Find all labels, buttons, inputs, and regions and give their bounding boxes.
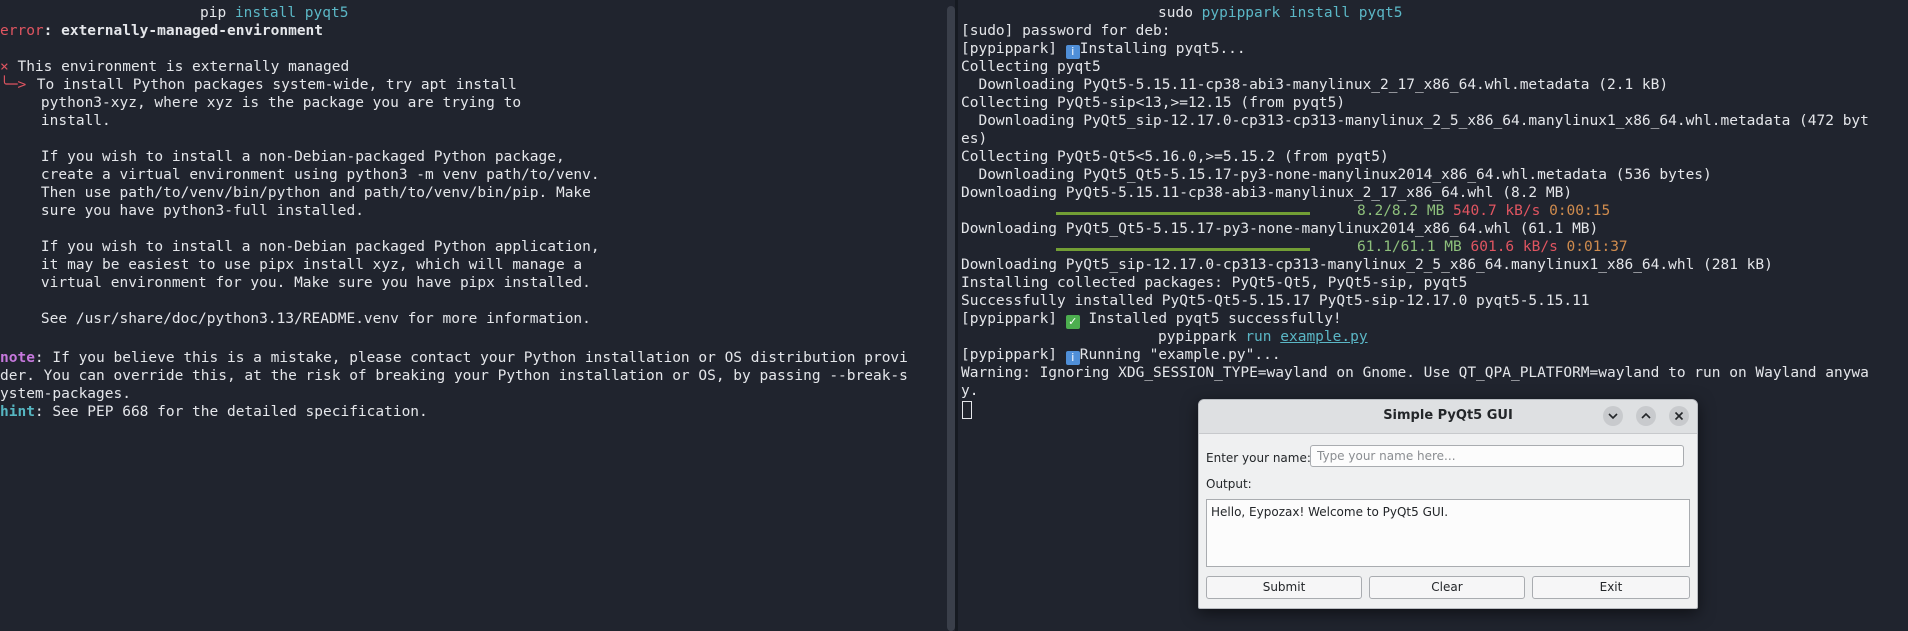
run-subcommand: run: [1245, 329, 1272, 345]
chevron-down-icon: [1608, 413, 1618, 420]
hint-text: : See PEP 668 for the detailed specifica…: [34, 404, 428, 420]
clear-button[interactable]: Clear: [1369, 576, 1525, 599]
command-args: install pyqt5: [234, 5, 349, 21]
log-line: Downloading PyQt5_sip-12.17.0-cp313-cp31…: [961, 113, 1869, 129]
log-line: Successfully installed PyQt5-Qt5-5.15.17…: [961, 293, 1590, 309]
log-line: Downloading PyQt5-5.15.11-cp38-abi3-many…: [961, 185, 1573, 201]
running-text: Running "example.py"...: [1079, 347, 1281, 363]
close-button[interactable]: [1669, 406, 1689, 426]
error-line: error: externally-managed-environment: [0, 22, 323, 40]
command-line: pip install pyqt5: [200, 4, 348, 22]
name-input[interactable]: [1310, 445, 1684, 467]
output-textarea[interactable]: Hello, Eypozax! Welcome to PyQt5 GUI.: [1206, 499, 1690, 567]
note-label: note: [0, 350, 35, 366]
note-text: : If you believe this is a mistake, plea…: [34, 350, 908, 366]
info-icon: i: [1065, 351, 1080, 365]
explanation-line: sure you have python3-full installed.: [6, 203, 364, 219]
progress-size-1: 8.2/8.2 MB: [1357, 203, 1445, 219]
sudo-command-line: sudo pypippark install pyqt5: [1158, 4, 1402, 22]
run-command-line: pypippark run example.py: [1158, 328, 1368, 346]
explanation-line: If you wish to install a non-Debian pack…: [6, 239, 600, 255]
installed-prefix: [pypippark]: [961, 311, 1066, 327]
error-prefix: error: [0, 23, 44, 39]
cross-icon: ×: [0, 59, 9, 75]
log-line: Collecting pyqt5: [961, 59, 1101, 75]
explanation-line: Then use path/to/venv/bin/python and pat…: [6, 185, 591, 201]
progress-bar-2: [1056, 248, 1310, 251]
installed-line: [pypippark] ✓ Installed pyqt5 successful…: [961, 310, 1342, 329]
log-line: Collecting PyQt5-sip<13,>=12.15 (from py…: [961, 95, 1346, 111]
warning-line-2: y.: [961, 383, 979, 399]
note-line: ystem-packages.: [0, 386, 131, 402]
error-message: : externally-managed-environment: [43, 23, 324, 39]
progress-eta-2: 0:01:37: [1566, 239, 1628, 255]
close-icon: [1674, 411, 1684, 421]
progress-size-2: 61.1/61.1 MB: [1357, 239, 1462, 255]
arrow-icon: ╰─>: [0, 77, 27, 93]
maximize-button[interactable]: [1636, 406, 1656, 426]
progress-info-2: 61.1/61.1 MB 601.6 kB/s 0:01:37: [1357, 238, 1628, 256]
explanation-line: See /usr/share/doc/python3.13/README.ven…: [6, 311, 591, 327]
progress-bar-1: [1056, 212, 1310, 215]
name-label: Enter your name:: [1206, 451, 1311, 465]
explanation-line: it may be easiest to use pipx install xy…: [6, 257, 583, 273]
running-line: [pypippark] i Running "example.py"...: [961, 346, 1281, 365]
note-line: note: If you believe this is a mistake, …: [0, 349, 908, 367]
window-titlebar[interactable]: Simple PyQt5 GUI: [1199, 400, 1697, 434]
installing-text: Installing pyqt5...: [1079, 41, 1246, 57]
installing-line: [pypippark] i Installing pyqt5...: [961, 40, 1246, 59]
sudo-prompt: [sudo] password for deb:: [961, 23, 1171, 39]
warning-line-1: Warning: Ignoring XDG_SESSION_TYPE=wayla…: [961, 365, 1869, 381]
chevron-up-icon: [1641, 412, 1651, 419]
output-label: Output:: [1206, 477, 1252, 491]
command-args: pypippark install pyqt5: [1201, 5, 1403, 21]
env-managed-line: × This environment is externally managed: [0, 58, 349, 76]
explanation-line: create a virtual environment using pytho…: [6, 167, 600, 183]
explanation-line: install.: [6, 113, 111, 129]
command-program: pip: [200, 5, 227, 21]
log-line: Downloading PyQt5-5.15.11-cp38-abi3-many…: [961, 77, 1669, 93]
progress-eta-1: 0:00:15: [1549, 203, 1611, 219]
hint-line: hint: See PEP 668 for the detailed speci…: [0, 403, 428, 421]
arrow-line: ╰─>: [0, 76, 26, 94]
explanation-line: python3-xyz, where xyz is the package yo…: [6, 95, 522, 111]
log-line: Downloading PyQt5_sip-12.17.0-cp313-cp31…: [961, 257, 1773, 273]
download-line-2: Downloading PyQt5_Qt5-5.15.17-py3-none-m…: [961, 221, 1599, 237]
progress-speed-2: 601.6 kB/s: [1470, 239, 1558, 255]
exit-button[interactable]: Exit: [1532, 576, 1690, 599]
log-line: Downloading PyQt5_Qt5-5.15.17-py3-none-m…: [961, 167, 1712, 183]
check-icon: ✓: [1065, 315, 1080, 329]
explanation-line: To install Python packages system-wide, …: [28, 77, 517, 93]
run-program: pypippark: [1158, 329, 1237, 345]
info-icon: i: [1065, 45, 1080, 59]
submit-button[interactable]: Submit: [1206, 576, 1362, 599]
hint-label: hint: [0, 404, 35, 420]
log-line: Installing collected packages: PyQt5-Qt5…: [961, 275, 1468, 291]
minimize-button[interactable]: [1603, 406, 1623, 426]
log-line: es): [961, 131, 988, 147]
running-prefix: [pypippark]: [961, 347, 1066, 363]
progress-speed-1: 540.7 kB/s: [1453, 203, 1541, 219]
installed-text: Installed pyqt5 successfully!: [1079, 311, 1342, 327]
explanation-line: If you wish to install a non-Debian-pack…: [6, 149, 565, 165]
pyqt-window[interactable]: Simple PyQt5 GUI Enter your name: Output…: [1198, 399, 1698, 609]
note-line: der. You can override this, at the risk …: [0, 368, 908, 384]
log-line: Collecting PyQt5-Qt5<5.16.0,>=5.15.2 (fr…: [961, 149, 1389, 165]
progress-info-1: 8.2/8.2 MB 540.7 kB/s 0:00:15: [1357, 202, 1610, 220]
terminal-cursor: [962, 401, 972, 419]
run-file-link[interactable]: example.py: [1280, 329, 1367, 345]
left-scrollbar[interactable]: [947, 6, 955, 631]
env-managed-text: This environment is externally managed: [8, 59, 350, 75]
left-terminal-pane[interactable]: pip install pyqt5 error: externally-mana…: [0, 0, 947, 631]
explanation-line: virtual environment for you. Make sure y…: [6, 275, 591, 291]
installing-prefix: [pypippark]: [961, 41, 1066, 57]
command-program: sudo: [1158, 5, 1193, 21]
